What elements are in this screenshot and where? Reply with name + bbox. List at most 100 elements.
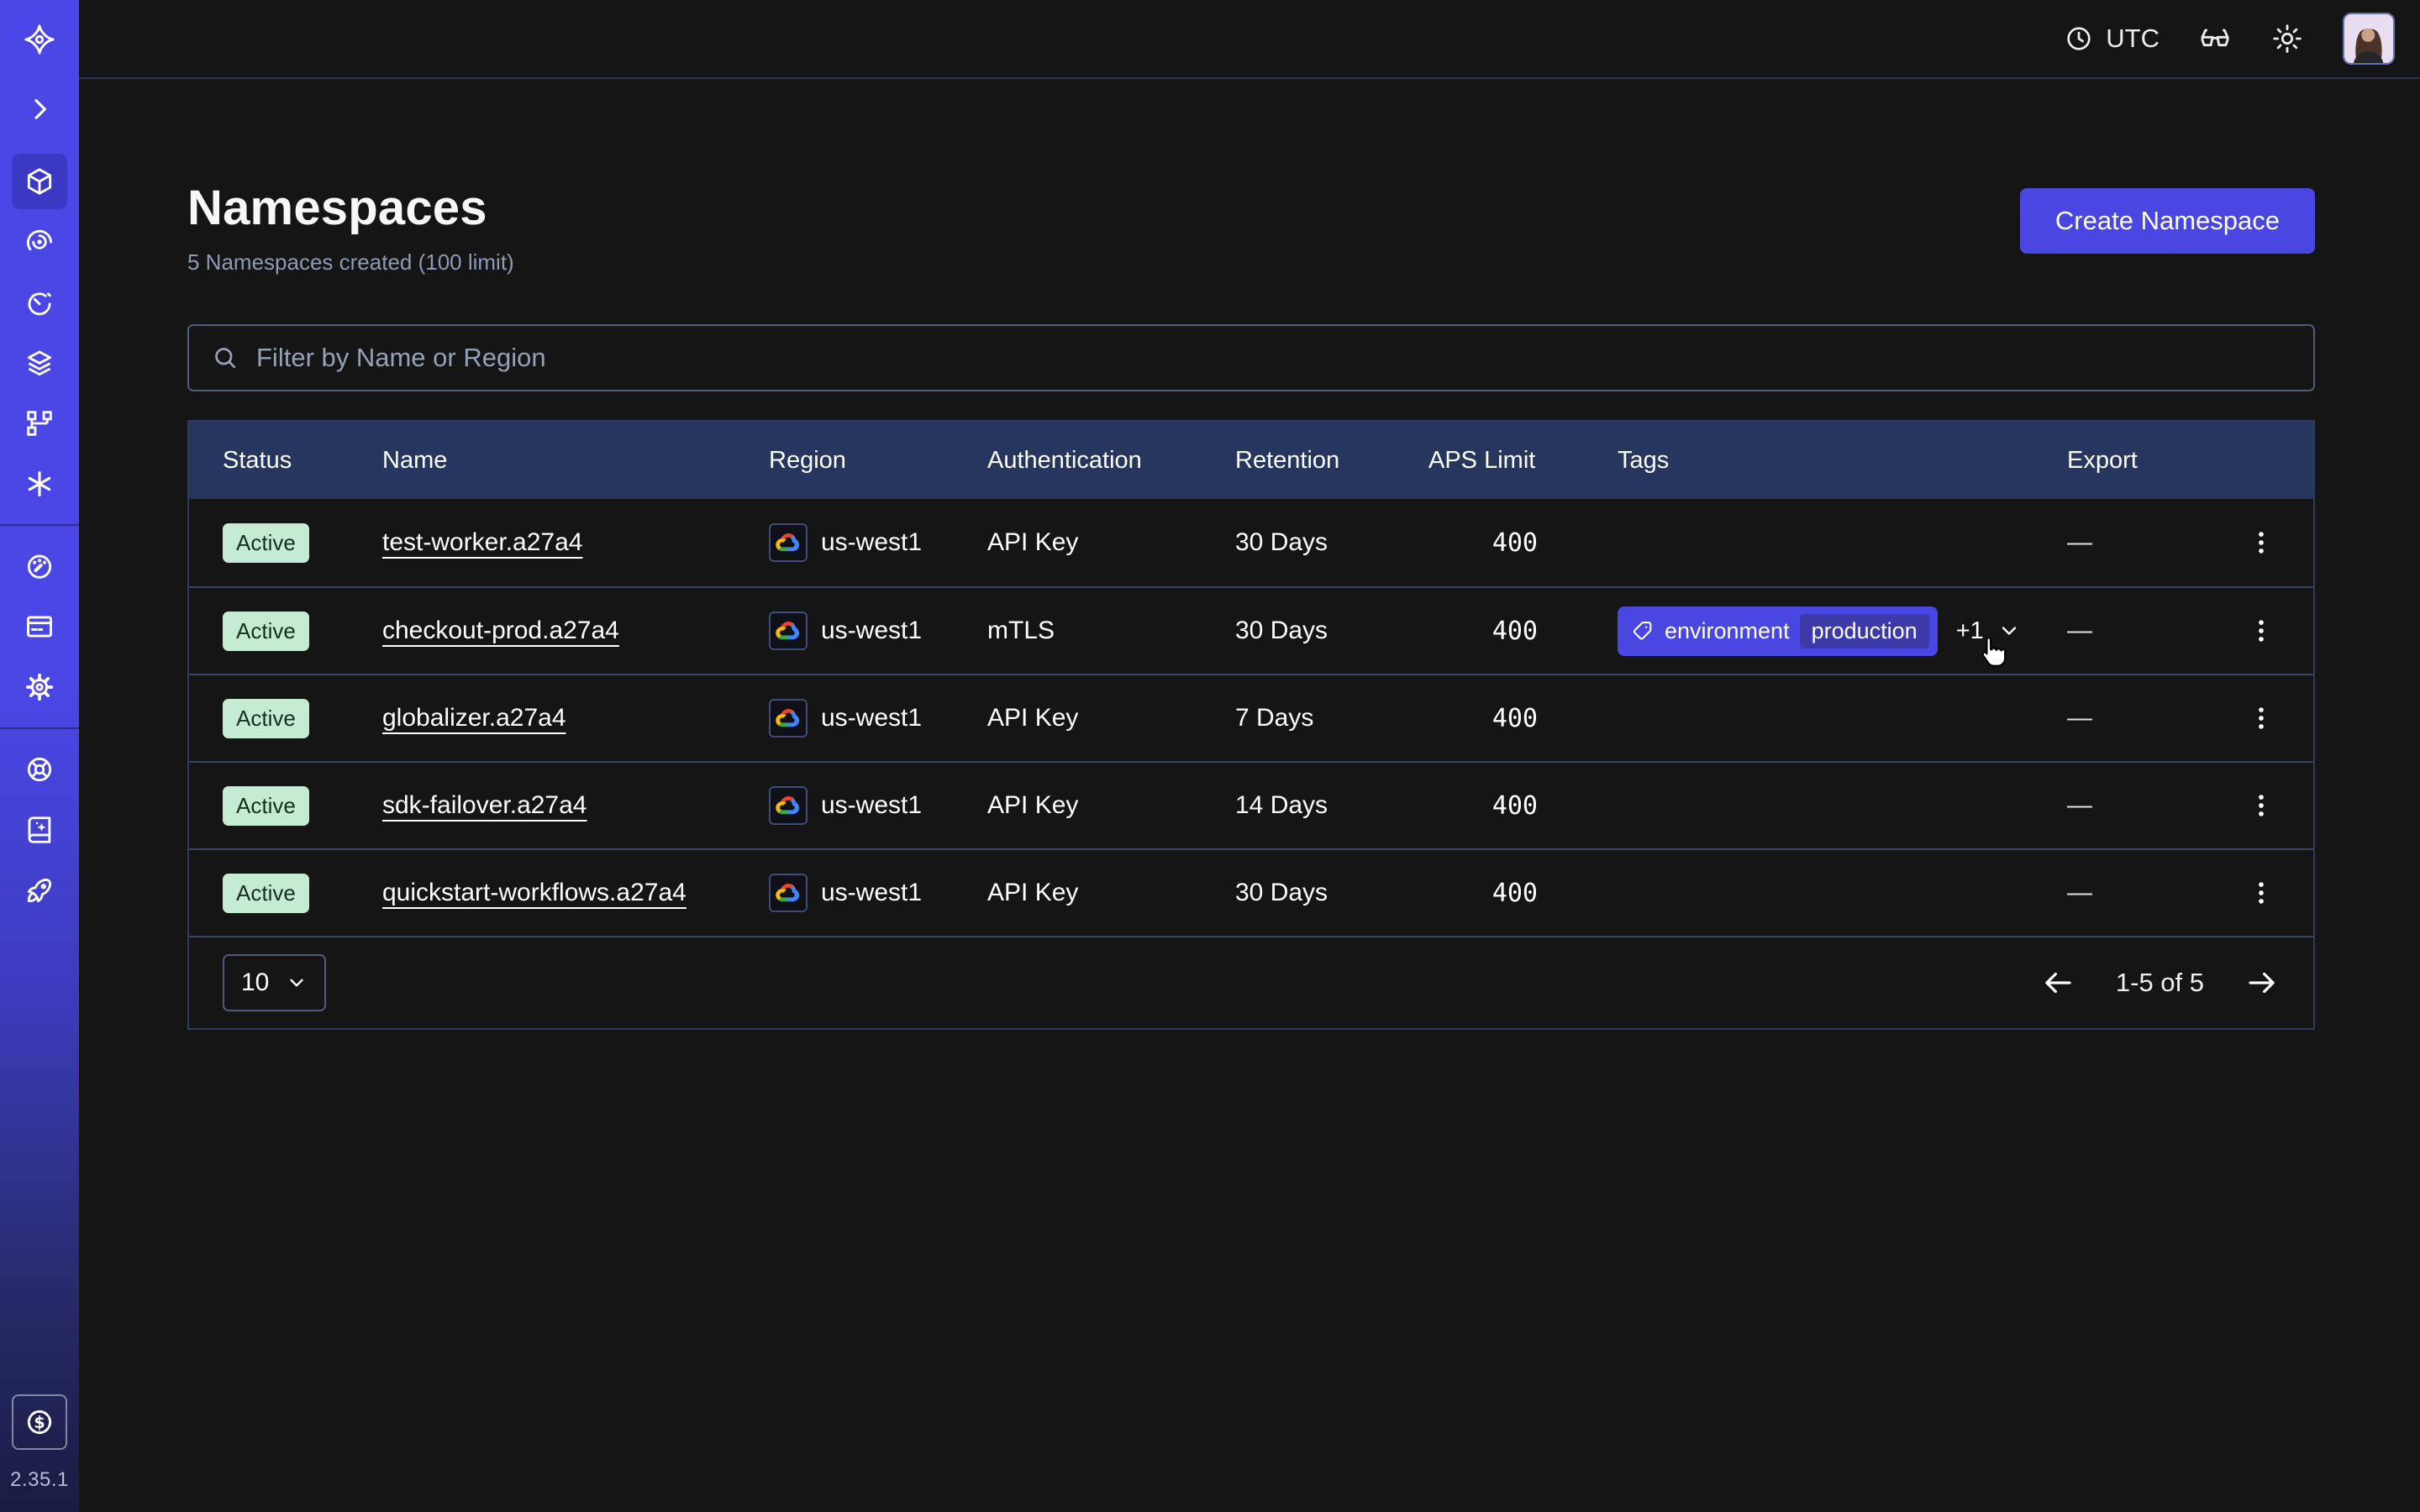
sidebar: $ 2.35.1 bbox=[0, 0, 79, 1512]
sidebar-item-schedules[interactable] bbox=[0, 272, 79, 333]
namespace-link[interactable]: sdk-failover.a27a4 bbox=[382, 791, 587, 819]
labs-glasses-button[interactable] bbox=[2198, 22, 2232, 55]
namespace-link[interactable]: checkout-prod.a27a4 bbox=[382, 617, 619, 644]
table-row: Active sdk-failover.a27a4 us-west1 API K… bbox=[189, 761, 2313, 848]
table-body: Active test-worker.a27a4 us-west1 API Ke… bbox=[189, 499, 2313, 936]
column-header-auth: Authentication bbox=[987, 447, 1235, 475]
billing-card-icon bbox=[24, 611, 55, 643]
auth-method: API Key bbox=[987, 791, 1235, 820]
sidebar-item-deployments[interactable] bbox=[0, 393, 79, 454]
auth-method: mTLS bbox=[987, 617, 1235, 645]
table-header-row: Status Name Region Authentication Retent… bbox=[189, 422, 2313, 499]
region-label: us-west1 bbox=[821, 528, 922, 557]
sidebar-item-workflows[interactable] bbox=[0, 212, 79, 272]
column-header-tags: Tags bbox=[1618, 447, 2067, 475]
sidebar-item-nexus[interactable] bbox=[0, 454, 79, 514]
status-badge: Active bbox=[223, 699, 309, 738]
retention: 7 Days bbox=[1235, 704, 1428, 732]
aps-limit: 400 bbox=[1428, 791, 1618, 821]
sidebar-divider bbox=[0, 524, 79, 526]
row-menu-button[interactable] bbox=[2239, 521, 2283, 564]
table-row: Active test-worker.a27a4 us-west1 API Ke… bbox=[189, 499, 2313, 586]
schema-icon bbox=[24, 407, 55, 439]
namespace-link[interactable]: globalizer.a27a4 bbox=[382, 704, 566, 732]
sidebar-expand-button[interactable] bbox=[0, 79, 79, 139]
gauge-icon bbox=[24, 550, 55, 582]
aps-limit: 400 bbox=[1428, 528, 1618, 558]
timezone-selector[interactable]: UTC bbox=[2064, 24, 2160, 54]
sidebar-item-getting-started[interactable] bbox=[0, 860, 79, 921]
sidebar-item-docs[interactable] bbox=[0, 800, 79, 860]
page-subtitle: 5 Namespaces created (100 limit) bbox=[187, 249, 514, 276]
tag-chip[interactable]: environment production bbox=[1618, 606, 1938, 656]
topbar: UTC bbox=[79, 0, 2420, 79]
auth-method: API Key bbox=[987, 528, 1235, 557]
export-value: — bbox=[2067, 791, 2239, 820]
aps-limit: 400 bbox=[1428, 879, 1618, 908]
column-header-aps: APS Limit bbox=[1428, 447, 1618, 475]
retention: 30 Days bbox=[1235, 617, 1428, 645]
region-label: us-west1 bbox=[821, 879, 922, 907]
export-value: — bbox=[2067, 617, 2239, 645]
dollar-badge-icon: $ bbox=[23, 1405, 56, 1439]
export-value: — bbox=[2067, 704, 2239, 732]
column-header-retention: Retention bbox=[1235, 447, 1428, 475]
page-size-select[interactable]: 10 bbox=[223, 954, 326, 1011]
row-menu-button[interactable] bbox=[2239, 696, 2283, 740]
previous-page-button[interactable] bbox=[2040, 965, 2075, 1000]
retention: 30 Days bbox=[1235, 879, 1428, 907]
status-badge: Active bbox=[223, 523, 309, 563]
auth-method: API Key bbox=[987, 879, 1235, 907]
region-label: us-west1 bbox=[821, 704, 922, 732]
aps-limit: 400 bbox=[1428, 617, 1618, 646]
tag-key: environment bbox=[1665, 618, 1790, 644]
tag-icon bbox=[1631, 619, 1655, 643]
export-value: — bbox=[2067, 879, 2239, 907]
namespaces-table: Status Name Region Authentication Retent… bbox=[187, 420, 2315, 1030]
asterisk-icon bbox=[24, 468, 55, 500]
status-badge: Active bbox=[223, 786, 309, 826]
workflows-spiral-icon bbox=[24, 226, 55, 258]
page-size-value: 10 bbox=[241, 969, 269, 997]
namespaces-cube-icon bbox=[24, 165, 55, 197]
filter-input[interactable] bbox=[256, 343, 2291, 373]
gear-icon bbox=[24, 671, 55, 703]
sidebar-item-stack[interactable] bbox=[0, 333, 79, 393]
filter-bar[interactable] bbox=[187, 324, 2315, 391]
sidebar-item-namespaces[interactable] bbox=[0, 151, 79, 212]
gcp-icon bbox=[769, 523, 808, 562]
region-label: us-west1 bbox=[821, 791, 922, 820]
pagination-range: 1-5 of 5 bbox=[2116, 968, 2204, 998]
retention: 30 Days bbox=[1235, 528, 1428, 557]
glasses-icon bbox=[2198, 22, 2232, 55]
column-header-region: Region bbox=[769, 447, 987, 475]
sidebar-item-billing[interactable] bbox=[0, 596, 79, 657]
support-wheel-icon bbox=[24, 753, 55, 785]
gcp-icon bbox=[769, 874, 808, 912]
retention: 14 Days bbox=[1235, 791, 1428, 820]
user-avatar[interactable] bbox=[2343, 13, 2395, 65]
create-namespace-button[interactable]: Create Namespace bbox=[2020, 188, 2315, 254]
sidebar-item-settings[interactable] bbox=[0, 657, 79, 717]
sidebar-item-support[interactable] bbox=[0, 739, 79, 800]
row-menu-button[interactable] bbox=[2239, 609, 2283, 653]
theme-toggle-button[interactable] bbox=[2270, 22, 2304, 55]
mouse-cursor-hand bbox=[1973, 633, 2012, 672]
temporal-logo[interactable] bbox=[0, 0, 79, 79]
page-title: Namespaces bbox=[187, 180, 514, 236]
row-menu-button[interactable] bbox=[2239, 784, 2283, 827]
aps-limit: 400 bbox=[1428, 704, 1618, 733]
chevron-down-icon bbox=[286, 972, 308, 994]
sun-icon bbox=[2270, 22, 2304, 55]
namespace-link[interactable]: test-worker.a27a4 bbox=[382, 528, 582, 556]
credits-button[interactable]: $ bbox=[12, 1394, 67, 1450]
tag-value: production bbox=[1800, 614, 1929, 648]
table-row: Active globalizer.a27a4 us-west1 API Key… bbox=[189, 674, 2313, 761]
row-menu-button[interactable] bbox=[2239, 871, 2283, 915]
sidebar-item-usage[interactable] bbox=[0, 536, 79, 596]
next-page-button[interactable] bbox=[2244, 965, 2280, 1000]
status-badge: Active bbox=[223, 612, 309, 651]
region-label: us-west1 bbox=[821, 617, 922, 645]
namespace-link[interactable]: quickstart-workflows.a27a4 bbox=[382, 879, 687, 906]
arrow-left-icon bbox=[2040, 965, 2075, 1000]
